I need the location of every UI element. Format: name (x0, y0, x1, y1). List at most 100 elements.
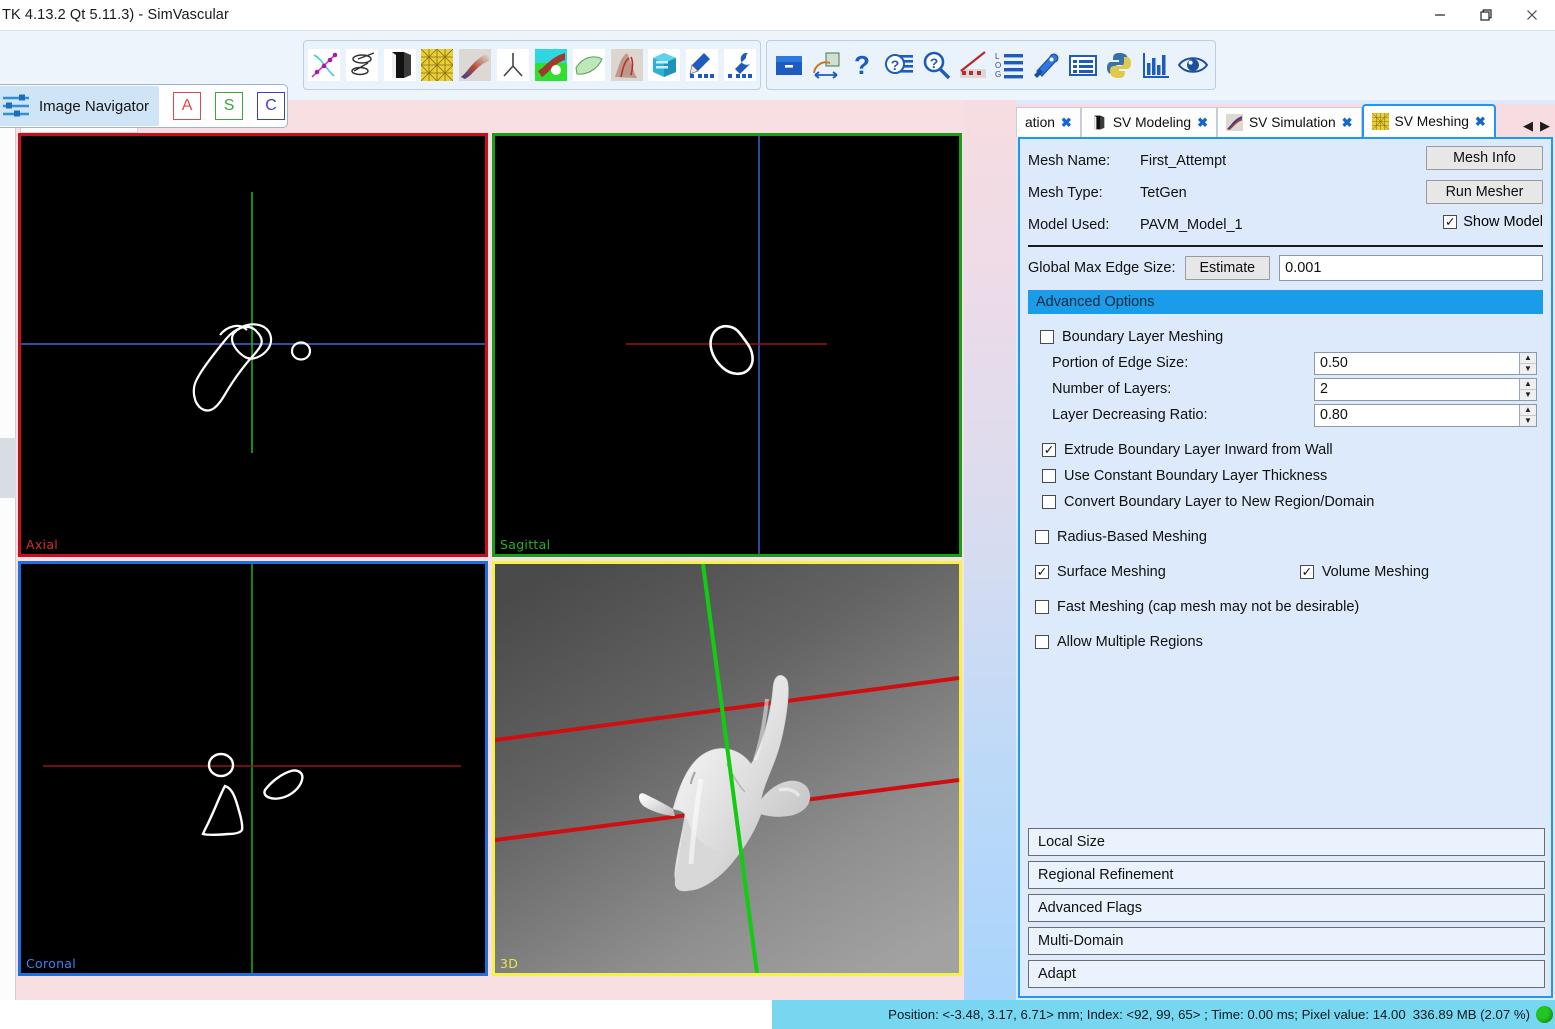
allow-multiple-regions-checkbox[interactable] (1035, 635, 1049, 649)
accordion-regional-refinement[interactable]: Regional Refinement (1028, 861, 1545, 889)
allow-multiple-regions-row[interactable]: Allow Multiple Regions (1035, 629, 1543, 655)
sv-pencil-edit-icon[interactable] (686, 49, 719, 81)
module-tab-strip: ation ✖ SV Modeling ✖ SV Simulation ✖ SV… (1016, 104, 1555, 137)
sv-meshing-icon[interactable] (421, 49, 454, 81)
sv-paths-icon[interactable] (308, 49, 340, 81)
sv-segmentation-2d-icon[interactable] (345, 49, 378, 81)
title-bar: TK 4.13.2 Qt 5.11.3) - SimVascular (0, 0, 1555, 30)
coronal-plane-button[interactable]: C (257, 92, 286, 120)
chart-icon[interactable] (1140, 49, 1172, 81)
mesh-info-button[interactable]: Mesh Info (1426, 146, 1543, 170)
sv-image-icon[interactable] (610, 49, 643, 81)
tab-sv-meshing[interactable]: SV Meshing ✖ (1361, 104, 1496, 137)
axial-plane-button[interactable]: A (173, 92, 202, 120)
convert-boundary-layer-label: Convert Boundary Layer to New Region/Dom… (1064, 494, 1375, 510)
estimate-button[interactable]: Estimate (1184, 256, 1271, 280)
radius-based-meshing-row[interactable]: Radius-Based Meshing (1035, 524, 1543, 550)
sv-datamanager-icon[interactable] (648, 49, 681, 81)
viewport-3d[interactable]: 3D (492, 561, 962, 976)
mesh-name-label: Mesh Name: (1028, 153, 1111, 169)
portion-of-edge-size-spinbox[interactable]: 0.50 ▲ ▼ (1314, 351, 1537, 375)
sv-wrench-tools-icon[interactable] (723, 49, 756, 81)
sagittal-plane-button[interactable]: S (215, 92, 244, 120)
boundary-layer-meshing-row[interactable]: Boundary Layer Meshing (1040, 324, 1543, 350)
sv-meshing-icon (1371, 113, 1389, 130)
show-model-checkbox[interactable] (1443, 215, 1458, 229)
python-icon[interactable] (1103, 49, 1135, 81)
left-dock-sliver (0, 128, 16, 1000)
volume-meshing-checkbox[interactable] (1299, 565, 1314, 579)
tab-sv-segmentation-close-icon[interactable]: ✖ (1061, 116, 1072, 129)
box-icon[interactable] (773, 49, 805, 81)
accordion-advanced-flags[interactable]: Advanced Flags (1028, 894, 1545, 922)
run-mesher-button[interactable]: Run Mesher (1426, 180, 1543, 204)
radius-based-meshing-checkbox[interactable] (1035, 530, 1049, 544)
memory-usage-label: 336.89 MB (2.07 %) (1412, 1007, 1530, 1022)
right-dock-panel: ation ✖ SV Modeling ✖ SV Simulation ✖ SV… (1016, 100, 1555, 1000)
advanced-options-header[interactable]: Advanced Options (1028, 290, 1543, 314)
close-button[interactable] (1509, 0, 1555, 30)
memory-indicator-dot[interactable] (1536, 1006, 1553, 1023)
image-navigator-button[interactable]: Image Navigator (0, 86, 160, 126)
eye-icon[interactable] (1177, 49, 1209, 81)
log-icon[interactable]: L O G (993, 49, 1025, 81)
toolbox-icon[interactable] (1030, 49, 1062, 81)
sv-simulation-icon[interactable] (459, 49, 492, 81)
use-constant-thickness-checkbox[interactable] (1042, 469, 1056, 483)
convert-boundary-layer-row[interactable]: Convert Boundary Layer to New Region/Dom… (1040, 489, 1543, 515)
panel-splitter[interactable] (964, 100, 1016, 1000)
number-of-layers-stepper[interactable]: ▲ ▼ (1519, 378, 1536, 400)
left-dock-scrollbar[interactable] (0, 438, 16, 498)
viewport-coronal[interactable]: Coronal (18, 561, 488, 976)
accordion-local-size[interactable]: Local Size (1028, 828, 1545, 856)
number-of-layers-spinbox[interactable]: 2 ▲ ▼ (1314, 377, 1537, 401)
fast-meshing-checkbox[interactable] (1035, 600, 1049, 614)
question-icon[interactable]: ? (846, 49, 878, 81)
mesh-name-value: First_Attempt (1140, 153, 1227, 169)
convert-boundary-layer-checkbox[interactable] (1042, 495, 1056, 509)
tab-sv-meshing-close-icon[interactable]: ✖ (1475, 115, 1486, 128)
restore-button[interactable] (1463, 0, 1509, 30)
pencil-line-icon[interactable] (957, 49, 989, 81)
tab-sv-segmentation[interactable]: ation ✖ (1016, 107, 1081, 137)
sv-multiphysics-icon[interactable] (497, 49, 530, 81)
viewport-axial[interactable]: Axial (18, 133, 488, 557)
tab-sv-simulation-label: SV Simulation (1248, 115, 1336, 130)
use-constant-thickness-row[interactable]: Use Constant Boundary Layer Thickness (1040, 463, 1543, 489)
search-icon[interactable]: ? (920, 49, 952, 81)
fast-meshing-row[interactable]: Fast Meshing (cap mesh may not be desira… (1035, 594, 1543, 620)
tab-prev-button[interactable]: ◀ (1523, 118, 1533, 134)
allow-multiple-regions-label: Allow Multiple Regions (1057, 634, 1203, 650)
layer-decreasing-ratio-spinbox[interactable]: 0.80 ▲ ▼ (1314, 403, 1537, 427)
portion-of-edge-size-stepper[interactable]: ▲ ▼ (1519, 352, 1536, 374)
surface-meshing-checkbox[interactable] (1035, 565, 1049, 579)
layer-decreasing-ratio-stepper[interactable]: ▲ ▼ (1519, 404, 1536, 426)
sv-romsim-icon[interactable] (534, 49, 567, 81)
volume-meshing-label: Volume Meshing (1321, 564, 1430, 580)
extrude-boundary-layer-checkbox[interactable] (1042, 443, 1056, 457)
extrude-boundary-layer-row[interactable]: Extrude Boundary Layer Inward from Wall (1040, 437, 1543, 463)
utility-toolbar-group: ? ? ? L O G (766, 40, 1216, 90)
sv-surface-icon[interactable] (572, 49, 605, 81)
accordion-adapt[interactable]: Adapt (1028, 960, 1545, 988)
measure-icon[interactable] (810, 49, 842, 81)
accordion-multi-domain[interactable]: Multi-Domain (1028, 927, 1545, 955)
sv-modeling-icon[interactable] (383, 49, 416, 81)
status-message: Position: <-3.48, 3.17, 6.71> mm; Index:… (888, 1007, 1406, 1022)
status-bar: Position: <-3.48, 3.17, 6.71> mm; Index:… (0, 1000, 1555, 1029)
global-max-edge-size-input[interactable]: 0.001 (1279, 255, 1543, 281)
surface-meshing-label: Surface Meshing (1057, 564, 1166, 580)
axial-render (21, 136, 485, 554)
tab-sv-modeling-close-icon[interactable]: ✖ (1197, 116, 1208, 129)
list-icon[interactable] (1067, 49, 1099, 81)
boundary-layer-meshing-checkbox[interactable] (1040, 330, 1054, 344)
tab-sv-simulation[interactable]: SV Simulation ✖ (1216, 107, 1362, 137)
tab-sv-modeling[interactable]: SV Modeling ✖ (1080, 107, 1217, 137)
display-view-area: Display ✖ Axial Sagitta (16, 100, 964, 1000)
tab-next-button[interactable]: ▶ (1540, 118, 1550, 134)
viewport-sagittal[interactable]: Sagittal (492, 133, 962, 557)
tab-sv-simulation-close-icon[interactable]: ✖ (1342, 116, 1353, 129)
minimize-button[interactable] (1417, 0, 1463, 30)
help-contents-icon[interactable]: ? (883, 49, 915, 81)
show-model-row[interactable]: Show Model (1443, 214, 1543, 230)
